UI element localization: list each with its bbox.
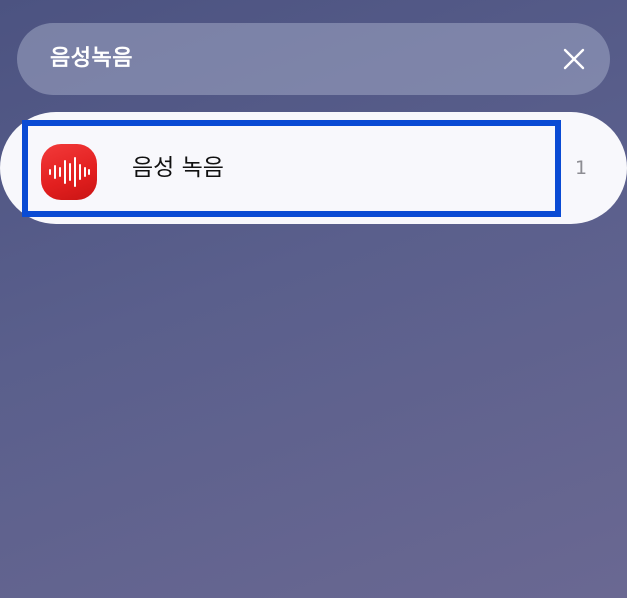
close-icon[interactable] bbox=[560, 45, 588, 73]
result-count: 1 bbox=[575, 157, 588, 179]
voice-recorder-icon[interactable] bbox=[41, 144, 97, 200]
app-name-label: 음성 녹음 bbox=[132, 155, 224, 181]
search-bar[interactable]: 음성녹음 bbox=[17, 23, 610, 95]
search-results-card: 음성 녹음 1 bbox=[0, 112, 627, 224]
result-item-voice-recorder[interactable]: 음성 녹음 bbox=[22, 120, 561, 217]
search-input[interactable]: 음성녹음 bbox=[50, 23, 133, 95]
